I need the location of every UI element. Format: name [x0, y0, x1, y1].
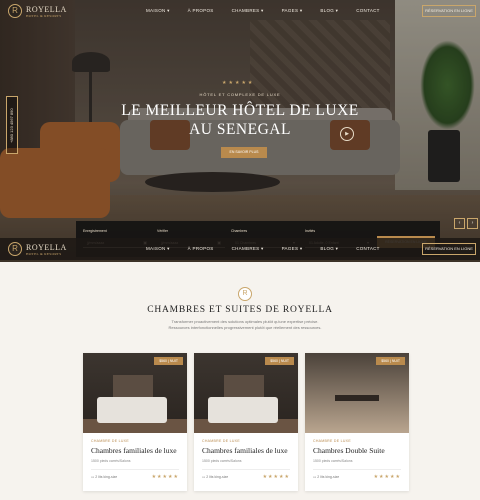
room-image[interactable]: $560 | NUIT [83, 353, 187, 433]
room-size: 1500 pieds carrés/Salons [202, 459, 242, 463]
room-rating: ★★★★★ [151, 474, 179, 480]
room-size: 1500 pieds carrés/Salons [91, 459, 131, 463]
hero-headline-line2: AU SENEGAL [189, 121, 291, 138]
brand-tagline: HOTEL & RESORTS [26, 251, 62, 256]
sticky-navbar: R ROYELLA HOTEL & RESORTS MAISON ▾ À PRO… [0, 238, 480, 260]
room-title[interactable]: Chambres Double Suite [313, 446, 385, 455]
brand-logo[interactable]: R ROYELLA HOTEL & RESORTS [8, 4, 67, 18]
room-category: CHAMBRE DE LUXE [202, 439, 240, 443]
main-nav: MAISON ▾ À PROPOS CHAMBRES ▾ PAGES ▾ BLO… [146, 8, 380, 14]
checkout-label: Vérifier [157, 229, 169, 233]
hero-stars: ★★★★★ [222, 80, 255, 86]
slider-prev-icon[interactable]: ‹ [454, 218, 465, 229]
nav-item-contact[interactable]: CONTACT [356, 246, 380, 252]
room-rating: ★★★★★ [373, 474, 401, 480]
nav-item-contact[interactable]: CONTACT [356, 8, 380, 14]
room-card[interactable]: $560 | NUIT CHAMBRE DE LUXE Chambres fam… [83, 353, 187, 491]
nav-item-pages[interactable]: PAGES ▾ [282, 8, 303, 14]
online-booking-button[interactable]: RÉSERVATION EN LIGNE [422, 5, 476, 17]
nav-item-blog[interactable]: BLOG ▾ [320, 246, 338, 252]
brand-mark-icon: R [8, 242, 22, 256]
room-title[interactable]: Chambres familiales de luxe [91, 446, 177, 455]
brand-logo[interactable]: R ROYELLA HOTEL & RESORTS [8, 242, 67, 256]
section-title: CHAMBRES ET SUITES DE ROYELLA [147, 305, 333, 315]
top-navbar: R ROYELLA HOTEL & RESORTS MAISON ▾ À PRO… [0, 0, 480, 22]
learn-more-button[interactable]: EN SAVOIR PLUS [221, 147, 267, 158]
room-rating: ★★★★★ [262, 474, 290, 480]
price-badge: $560 | NUIT [376, 357, 405, 365]
nav-item-a-propos[interactable]: À PROPOS [188, 246, 214, 252]
rooms-label: Chambres [231, 229, 248, 233]
brand-mark-icon: R [8, 4, 22, 18]
nav-item-chambres[interactable]: CHAMBRES ▾ [232, 8, 264, 14]
room-beds: ▭ 2 lits king-size [202, 475, 229, 479]
hero-headline: LE MEILLEUR HÔTEL DE LUXE AU SENEGAL [0, 101, 480, 139]
room-image[interactable]: $560 | NUIT [194, 353, 298, 433]
nav-item-maison[interactable]: MAISON ▾ [146, 8, 170, 14]
brand-tagline: HOTEL & RESORTS [26, 13, 62, 18]
brand-name: ROYELLA [26, 4, 67, 14]
play-video-icon[interactable]: ▶ [340, 127, 354, 141]
room-image[interactable]: $560 | NUIT [305, 353, 409, 433]
room-card[interactable]: $560 | NUIT CHAMBRE DE LUXE Chambres fam… [194, 353, 298, 491]
hero-headline-line1: LE MEILLEUR HÔTEL DE LUXE [121, 102, 359, 119]
room-beds: ▭ 2 lits king-size [313, 475, 340, 479]
nav-item-pages[interactable]: PAGES ▾ [282, 246, 303, 252]
nav-item-chambres[interactable]: CHAMBRES ▾ [232, 246, 264, 252]
room-size: 1500 pieds carrés/Salons [313, 459, 353, 463]
nav-item-a-propos[interactable]: À PROPOS [188, 8, 214, 14]
room-card[interactable]: $560 | NUIT CHAMBRE DE LUXE Chambres Dou… [305, 353, 409, 491]
room-beds: ▭ 2 lits king-size [91, 475, 118, 479]
room-title[interactable]: Chambres familiales de luxe [202, 446, 288, 455]
slider-next-icon[interactable]: › [467, 218, 478, 229]
section-description: Transformer proactivement des solutions … [168, 319, 322, 330]
price-badge: $560 | NUIT [154, 357, 183, 365]
hero-tagline: HÔTEL ET COMPLEXE DE LUXE [199, 92, 281, 97]
online-booking-button[interactable]: RÉSERVATION EN LIGNE [422, 243, 476, 255]
section-emblem-icon: R [238, 287, 252, 301]
sticky-main-nav: MAISON ▾ À PROPOS CHAMBRES ▾ PAGES ▾ BLO… [146, 246, 380, 252]
room-category: CHAMBRE DE LUXE [91, 439, 129, 443]
guests-label: Invités [305, 229, 316, 233]
nav-item-maison[interactable]: MAISON ▾ [146, 246, 170, 252]
brand-name: ROYELLA [26, 242, 67, 252]
room-category: CHAMBRE DE LUXE [313, 439, 351, 443]
price-badge: $560 | NUIT [265, 357, 294, 365]
nav-item-blog[interactable]: BLOG ▾ [320, 8, 338, 14]
checkin-label: Enregistrement [83, 229, 107, 233]
